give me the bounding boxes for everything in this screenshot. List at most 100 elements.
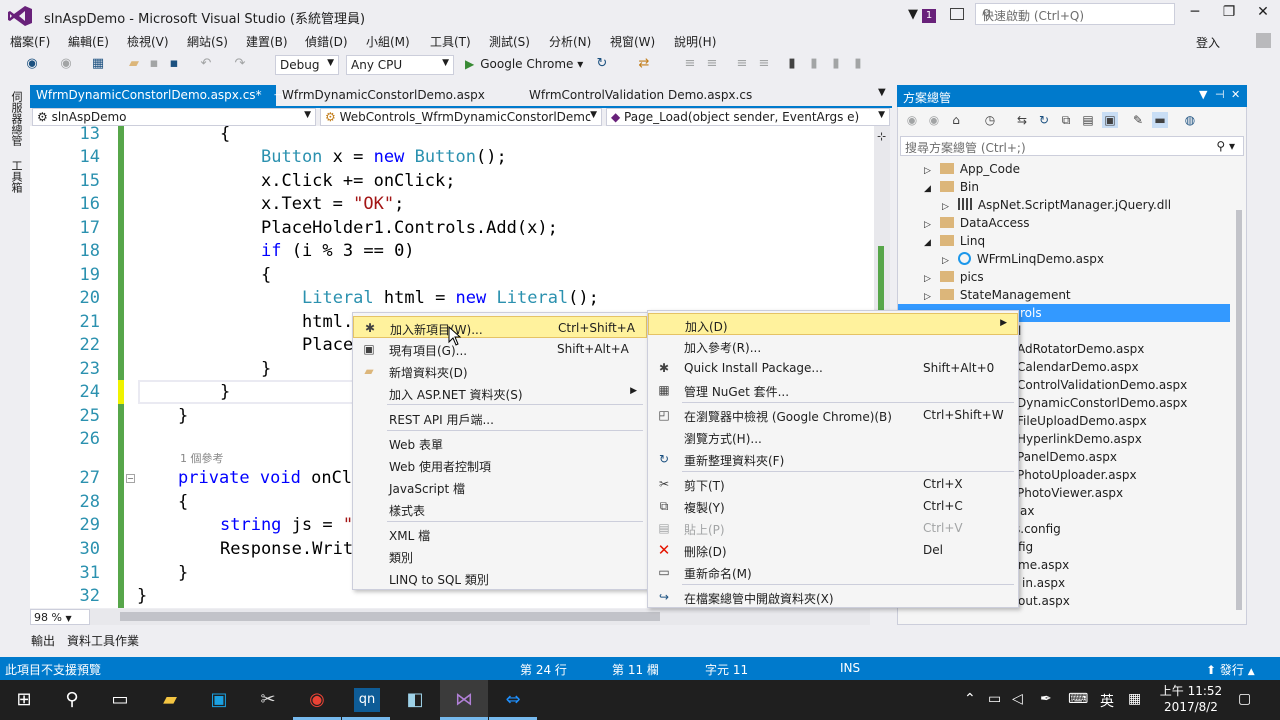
menu-view[interactable]: 檢視(V) bbox=[127, 33, 169, 50]
collapse-icon[interactable]: ◢ bbox=[924, 234, 936, 252]
menu-item-rest-api-client[interactable]: REST API 用戶端... bbox=[353, 407, 647, 429]
menu-item-linq-to-sql[interactable]: LINQ to SQL 類別 bbox=[353, 567, 647, 589]
solution-platform-select[interactable]: Any CPU ▼ bbox=[346, 55, 454, 75]
step-over-icon[interactable]: ≡ bbox=[704, 56, 720, 72]
start-icon[interactable]: ⊞ bbox=[12, 688, 36, 712]
back-icon[interactable]: ◉ bbox=[24, 56, 40, 72]
menu-item-cut[interactable]: ✂ 剪下(T) Ctrl+X bbox=[648, 473, 1018, 495]
undo-icon[interactable]: ↶ bbox=[198, 56, 214, 72]
menu-build[interactable]: 建置(B) bbox=[246, 33, 288, 50]
store-icon[interactable]: ▣ bbox=[207, 688, 231, 712]
horizontal-scroll-thumb[interactable] bbox=[120, 612, 660, 621]
open-file-icon[interactable]: ▰ bbox=[126, 56, 142, 72]
tree-item[interactable]: FileUploadDemo.aspx bbox=[1017, 412, 1147, 430]
back-icon[interactable]: ◉ bbox=[904, 112, 920, 128]
split-icon[interactable]: ⊹ bbox=[877, 130, 886, 143]
maximize-button[interactable]: ❐ bbox=[1218, 4, 1240, 24]
tree-item[interactable]: PhotoViewer.aspx bbox=[1017, 484, 1123, 502]
menu-tools[interactable]: 工具(T) bbox=[430, 33, 471, 50]
solution-search-input[interactable]: 搜尋方案總管 (Ctrl+;) ⚲ ▾ bbox=[900, 136, 1244, 156]
network-icon[interactable]: ▭ bbox=[988, 691, 1001, 707]
history-icon[interactable]: ◷ bbox=[982, 112, 998, 128]
show-all-files-icon[interactable]: ▤ bbox=[1080, 112, 1096, 128]
prev-bookmark-icon[interactable]: ▮ bbox=[806, 56, 822, 72]
new-project-icon[interactable]: ▦ bbox=[90, 56, 106, 72]
tree-item[interactable]: PanelDemo.aspx bbox=[1017, 448, 1117, 466]
tab-output[interactable]: 輸出 bbox=[31, 632, 55, 649]
preview-icon[interactable]: ▬ bbox=[1152, 112, 1168, 128]
collapse-icon[interactable]: ◢ bbox=[924, 180, 936, 198]
menu-file[interactable]: 檔案(F) bbox=[10, 33, 50, 50]
save-all-icon[interactable]: ▪ bbox=[166, 56, 182, 72]
tab-overflow-icon[interactable]: ▼ bbox=[878, 87, 886, 98]
tree-item[interactable]: DynamicConstorlDemo.aspx bbox=[1017, 394, 1187, 412]
tab-dynamic-cs[interactable]: WfrmDynamicConstorlDemo.aspx.cs* ⊣ ✕ bbox=[30, 85, 304, 107]
refresh-icon[interactable]: ↻ bbox=[594, 56, 610, 72]
redo-icon[interactable]: ↷ bbox=[232, 56, 248, 72]
tab-dynamic-aspx[interactable]: WfrmDynamicConstorlDemo.aspx bbox=[276, 85, 491, 107]
codelens-references[interactable]: 1 個參考 bbox=[180, 450, 224, 466]
toolbox-tab[interactable]: 工具箱 bbox=[9, 156, 23, 196]
menu-window[interactable]: 視窗(W) bbox=[610, 33, 655, 50]
tree-item[interactable]: rols bbox=[1020, 304, 1042, 322]
menu-item-manage-nuget[interactable]: ▦ 管理 NuGet 套件... bbox=[648, 379, 1018, 401]
notes-app-icon[interactable]: ◧ bbox=[403, 688, 427, 712]
file-explorer-icon[interactable]: ▰ bbox=[158, 688, 182, 712]
menu-item-delete[interactable]: ✕ 刪除(D) Del bbox=[648, 539, 1018, 561]
menu-item-browse-with[interactable]: 瀏覽方式(H)... bbox=[648, 426, 1018, 448]
menu-item-add-aspnet-folder[interactable]: 加入 ASP.NET 資料夾(S) ▶ bbox=[353, 382, 647, 404]
tree-item[interactable]: HyperlinkDemo.aspx bbox=[1017, 430, 1142, 448]
menu-help[interactable]: 說明(H) bbox=[674, 33, 716, 50]
pen-icon[interactable]: ✒ bbox=[1040, 691, 1052, 707]
tree-item[interactable]: ◢ Bin bbox=[924, 178, 979, 196]
task-view-icon[interactable]: ▭ bbox=[108, 688, 132, 712]
refresh-icon[interactable]: ↻ bbox=[1036, 112, 1052, 128]
web-icon[interactable]: ◍ bbox=[1182, 112, 1198, 128]
forward-icon[interactable]: ◉ bbox=[926, 112, 942, 128]
menu-item-existing-item[interactable]: ▣ 現有項目(G)... Shift+Alt+A bbox=[353, 338, 647, 360]
tree-item[interactable]: s.config bbox=[1014, 520, 1061, 538]
step-icon[interactable]: ≡ bbox=[682, 56, 698, 72]
menu-item-javascript-file[interactable]: JavaScript 檔 bbox=[353, 476, 647, 498]
menu-item-open-in-explorer[interactable]: ↪ 在檔案總管中開啟資料夾(X) bbox=[648, 586, 1018, 608]
menu-item-web-user-control[interactable]: Web 使用者控制項 bbox=[353, 454, 647, 476]
tree-item[interactable]: me.aspx bbox=[1018, 556, 1069, 574]
menu-item-quick-install[interactable]: ✱ Quick Install Package... Shift+Alt+0 bbox=[648, 357, 1018, 379]
menu-item-view-in-browser[interactable]: ◰ 在瀏覽器中檢視 (Google Chrome)(B) Ctrl+Shift+W bbox=[648, 404, 1018, 426]
tree-item[interactable]: ▷ StateManagement bbox=[924, 286, 1071, 304]
tree-item[interactable]: fig bbox=[1018, 538, 1033, 556]
menu-analyze[interactable]: 分析(N) bbox=[549, 33, 591, 50]
menu-test[interactable]: 測試(S) bbox=[489, 33, 530, 50]
tree-item[interactable]: ◢ Linq bbox=[924, 232, 985, 250]
menu-item-refresh-folder[interactable]: ↻ 重新整理資料夾(F) bbox=[648, 448, 1018, 470]
menu-edit[interactable]: 編輯(E) bbox=[68, 33, 109, 50]
menu-website[interactable]: 網站(S) bbox=[187, 33, 228, 50]
tree-item[interactable]: CalendarDemo.aspx bbox=[1017, 358, 1139, 376]
browser-link-icon[interactable]: ⇄ bbox=[636, 56, 652, 72]
ime-pad-icon[interactable]: ▦ bbox=[1128, 691, 1141, 707]
sync-icon[interactable]: ⇆ bbox=[1014, 112, 1030, 128]
server-explorer-tab[interactable]: 伺服器總管 bbox=[9, 88, 23, 148]
member-dropdown[interactable]: ◆ Page_Load(object sender, EventArgs e) ▼ bbox=[606, 108, 890, 126]
login-link[interactable]: 登入 bbox=[1196, 34, 1220, 51]
keyboard-icon[interactable]: ⌨ bbox=[1068, 691, 1088, 707]
class-dropdown[interactable]: ⚙ WebControls_WfrmDynamicConstorlDemo ▼ bbox=[320, 108, 602, 126]
notifications-button[interactable]: ▼ 1 bbox=[908, 7, 940, 25]
properties-icon[interactable]: ✎ bbox=[1130, 112, 1146, 128]
account-icon[interactable] bbox=[1256, 33, 1271, 48]
ime-indicator[interactable]: 英 bbox=[1100, 691, 1114, 711]
menu-item-class[interactable]: 類別 bbox=[353, 545, 647, 567]
tree-item[interactable]: ControlValidationDemo.aspx bbox=[1017, 376, 1187, 394]
clock[interactable]: 上午 11:52 2017/8/2 bbox=[1158, 683, 1224, 715]
menu-item-web-form[interactable]: Web 表單 bbox=[353, 432, 647, 454]
menu-debug[interactable]: 偵錯(D) bbox=[305, 33, 348, 50]
menu-item-style-sheet[interactable]: 樣式表 bbox=[353, 498, 647, 520]
solution-configuration-select[interactable]: Debug ▼ bbox=[275, 55, 339, 75]
menu-item-add-new-item[interactable]: ✱ 加入新項目(W)... Ctrl+Shift+A bbox=[353, 316, 647, 338]
tree-item[interactable]: ▷ pics bbox=[924, 268, 984, 286]
visual-studio-taskbar-icon[interactable]: ⋈ bbox=[452, 688, 476, 712]
chrome-icon[interactable]: ◉ bbox=[305, 688, 329, 712]
tree-item[interactable]: AdRotatorDemo.aspx bbox=[1017, 340, 1144, 358]
solution-scroll-thumb[interactable] bbox=[1236, 210, 1242, 610]
menu-item-paste[interactable]: ▤ 貼上(P) Ctrl+V bbox=[648, 517, 1018, 539]
